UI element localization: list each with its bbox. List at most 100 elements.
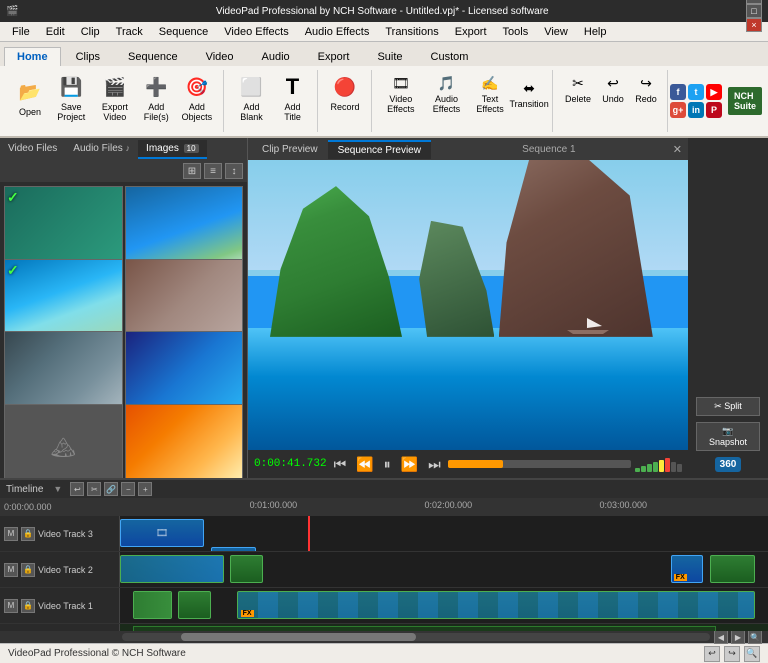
menu-file[interactable]: File xyxy=(4,24,38,40)
track1-clip-2[interactable] xyxy=(178,591,210,619)
scroll-right-button[interactable]: ▶ xyxy=(731,630,745,644)
media-thumb-7[interactable]: 🏔 xyxy=(4,404,123,479)
scroll-zoom-button[interactable]: 🔍 xyxy=(748,630,762,644)
undo-button[interactable]: ↩Undo xyxy=(598,70,628,106)
track1-lock-button[interactable]: 🔒 xyxy=(21,599,35,613)
track2-content[interactable]: FX xyxy=(120,552,768,587)
menu-sequence[interactable]: Sequence xyxy=(151,24,217,40)
360-button[interactable]: 360 xyxy=(715,457,742,472)
twitter-icon[interactable]: t xyxy=(688,84,704,100)
text-effects-button[interactable]: ✍Text Effects xyxy=(471,70,509,116)
track-link-button[interactable]: 🔗 xyxy=(104,482,118,496)
redo-button[interactable]: ↪Redo xyxy=(631,70,661,106)
tab-audio-files[interactable]: Audio Files ♪ xyxy=(65,140,138,159)
track3-lock-button[interactable]: 🔒 xyxy=(21,527,35,541)
pinterest-icon[interactable]: P xyxy=(706,102,722,118)
add-title-button[interactable]: TAdd Title xyxy=(275,70,311,125)
status-icon-2[interactable]: ↪ xyxy=(724,646,740,662)
tab-home[interactable]: Home xyxy=(4,47,61,66)
track3-content[interactable]: 🎞 🎞 🎞 🎞 xyxy=(120,516,768,551)
delete-button[interactable]: ✂Delete xyxy=(561,70,595,106)
timeline-scrollbar[interactable]: ◀ ▶ 🔍 xyxy=(0,631,768,643)
tab-images[interactable]: Images 10 xyxy=(138,140,206,159)
record-button[interactable]: 🔴Record xyxy=(326,70,365,115)
go-start-button[interactable]: ⏮ xyxy=(331,456,350,473)
track1-mute-button[interactable]: M xyxy=(4,599,18,613)
status-icon-3[interactable]: 🔍 xyxy=(744,646,760,662)
menu-clip[interactable]: Clip xyxy=(73,24,108,40)
snapshot-button[interactable]: 📷 Snapshot xyxy=(696,422,760,451)
go-end-button[interactable]: ⏭ xyxy=(425,456,444,473)
menu-transitions[interactable]: Transitions xyxy=(377,24,446,40)
media-thumb-8[interactable] xyxy=(125,404,244,479)
menu-track[interactable]: Track xyxy=(108,24,151,40)
track-undo-button[interactable]: ↩ xyxy=(70,482,84,496)
split-button[interactable]: ✂ Split xyxy=(696,397,760,416)
facebook-icon[interactable]: f xyxy=(670,84,686,100)
export-video-button[interactable]: 🎬Export Video xyxy=(95,70,136,125)
track2-mute-button[interactable]: M xyxy=(4,563,18,577)
menu-help[interactable]: Help xyxy=(576,24,615,40)
scroll-left-button[interactable]: ◀ xyxy=(714,630,728,644)
h-scroll-track[interactable] xyxy=(122,633,710,641)
audio-effects-button[interactable]: 🎵Audio Effects xyxy=(425,70,468,116)
googleplus-icon[interactable]: g+ xyxy=(670,102,686,118)
tab-audio[interactable]: Audio xyxy=(249,47,303,66)
tab-clips[interactable]: Clips xyxy=(63,47,113,66)
linkedin-icon[interactable]: in xyxy=(688,102,704,118)
track3-clip-2[interactable]: 🎞 xyxy=(211,547,256,551)
tab-video[interactable]: Video xyxy=(193,47,247,66)
transition-button[interactable]: ⬌Transition xyxy=(512,75,546,111)
boat xyxy=(567,316,609,334)
track2-clip-2[interactable] xyxy=(230,555,262,583)
audio1-content[interactable]: FX xyxy=(120,624,768,631)
track1-clip-3[interactable]: FX xyxy=(237,591,755,619)
track2-lock-button[interactable]: 🔒 xyxy=(21,563,35,577)
tab-clip-preview[interactable]: Clip Preview xyxy=(252,141,328,158)
progress-bar[interactable] xyxy=(448,460,631,468)
save-project-button[interactable]: 💾Save Project xyxy=(51,70,92,125)
track1-content[interactable]: FX xyxy=(120,588,768,623)
track-zoom-in-button[interactable]: + xyxy=(138,482,152,496)
close-button[interactable]: × xyxy=(746,18,762,32)
add-files-button[interactable]: ➕Add File(s) xyxy=(138,70,174,125)
play-button[interactable]: ⏸ xyxy=(381,456,394,473)
menu-view[interactable]: View xyxy=(536,24,576,40)
track3-mute-button[interactable]: M xyxy=(4,527,18,541)
video-effects-button[interactable]: 🎞Video Effects xyxy=(380,70,423,116)
menu-audio-effects[interactable]: Audio Effects xyxy=(297,24,378,40)
tab-sequence-preview[interactable]: Sequence Preview xyxy=(328,140,431,159)
track2-clip-1[interactable] xyxy=(120,555,224,583)
media-view-list-button[interactable]: ≡ xyxy=(204,163,222,179)
menu-export[interactable]: Export xyxy=(447,24,495,40)
track-split-button[interactable]: ✂ xyxy=(87,482,101,496)
menu-video-effects[interactable]: Video Effects xyxy=(216,24,296,40)
nch-suite-button[interactable]: NCH Suite xyxy=(728,87,762,115)
media-sort-button[interactable]: ↕ xyxy=(225,163,243,179)
track2-clip-3[interactable]: FX xyxy=(671,555,703,583)
add-objects-button[interactable]: 🎯Add Objects xyxy=(177,70,216,125)
tab-export[interactable]: Export xyxy=(305,47,363,66)
tab-suite[interactable]: Suite xyxy=(364,47,415,66)
maximize-button[interactable]: □ xyxy=(746,4,762,18)
track3-clip-1[interactable]: 🎞 xyxy=(120,519,204,547)
youtube-icon[interactable]: ▶ xyxy=(706,84,722,100)
preview-close-button[interactable]: ✕ xyxy=(667,143,688,156)
step-back-button[interactable]: ⏪ xyxy=(353,456,376,473)
step-forward-button[interactable]: ⏩ xyxy=(398,456,421,473)
track1-clip-1[interactable] xyxy=(133,591,172,619)
track2-clip-4[interactable] xyxy=(710,555,755,583)
track-zoom-out-button[interactable]: − xyxy=(121,482,135,496)
add-blank-button[interactable]: ⬜Add Blank xyxy=(232,70,272,125)
open-button[interactable]: 📂Open xyxy=(12,75,48,120)
menu-edit[interactable]: Edit xyxy=(38,24,73,40)
tab-custom[interactable]: Custom xyxy=(418,47,482,66)
menu-tools[interactable]: Tools xyxy=(495,24,537,40)
tab-video-files[interactable]: Video Files xyxy=(0,140,65,159)
track-row-video2: M 🔒 Video Track 2 FX xyxy=(0,552,768,588)
texteffects-icon: ✍ xyxy=(479,72,501,94)
h-scroll-thumb[interactable] xyxy=(181,633,416,641)
status-icon-1[interactable]: ↩ xyxy=(704,646,720,662)
tab-sequence[interactable]: Sequence xyxy=(115,47,191,66)
media-view-grid-button[interactable]: ⊞ xyxy=(183,163,201,179)
